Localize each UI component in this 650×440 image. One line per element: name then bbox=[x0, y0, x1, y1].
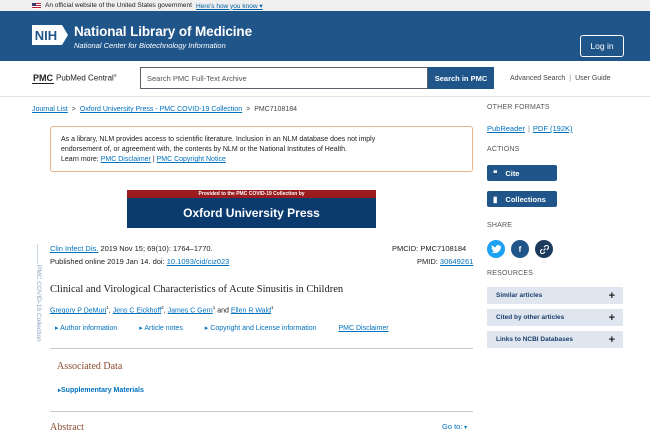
site-subtitle: National Center for Biotechnology Inform… bbox=[74, 41, 226, 50]
plus-icon: + bbox=[608, 333, 615, 346]
pmc-disclaimer-link[interactable]: PMC Disclaimer bbox=[338, 325, 388, 332]
article-title: Clinical and Virological Characteristics… bbox=[50, 284, 344, 295]
abstract-heading: Abstract bbox=[50, 422, 84, 433]
supplementary-materials-link[interactable]: Supplementary Materials bbox=[58, 387, 144, 394]
copyright-license-link[interactable]: ▸ Copyright and License information bbox=[205, 325, 327, 332]
format-links: PubReader | PDF (192K) bbox=[487, 124, 573, 133]
notice-disclaimer-link[interactable]: PMC Disclaimer bbox=[101, 156, 151, 163]
heres-how-you-know-link[interactable]: Here's how you know bbox=[196, 2, 263, 10]
author-list: Gregory P DeMuri1, Jens C Eickhoff2, Jam… bbox=[50, 305, 274, 315]
notice-line-1: As a library, NLM provides access to sci… bbox=[61, 136, 376, 143]
side-divider bbox=[37, 244, 38, 264]
author-link[interactable]: James C Gern bbox=[168, 307, 213, 314]
gov-banner-text: An official website of the United States… bbox=[45, 2, 192, 9]
publisher-banner-main: Oxford University Press bbox=[183, 206, 320, 220]
gov-banner: An official website of the United States… bbox=[0, 0, 650, 11]
pmc-logo-name: PubMed Central® bbox=[56, 73, 117, 83]
plus-icon: + bbox=[608, 289, 615, 302]
login-button[interactable]: Log in bbox=[580, 35, 624, 57]
resources-heading: RESOURCES bbox=[487, 270, 534, 277]
pdf-link[interactable]: PDF (192K) bbox=[533, 124, 573, 133]
site-title[interactable]: National Library of Medicine bbox=[74, 24, 252, 39]
share-icons: f bbox=[487, 240, 553, 258]
section-divider bbox=[50, 411, 473, 412]
bookmark-icon: ▮ bbox=[493, 194, 498, 204]
other-formats-heading: OTHER FORMATS bbox=[487, 104, 550, 111]
breadcrumb-current: PMC7108184 bbox=[254, 106, 298, 113]
associated-data-heading: Associated Data bbox=[57, 361, 123, 372]
author-information-link[interactable]: ▸ Author information bbox=[55, 325, 127, 332]
goto-dropdown[interactable]: Go to: bbox=[442, 422, 467, 431]
breadcrumb-journal-list[interactable]: Journal List bbox=[32, 106, 68, 113]
user-guide-link[interactable]: User Guide bbox=[575, 75, 610, 82]
author-link[interactable]: Jens C Eickhoff bbox=[113, 307, 162, 314]
search-button[interactable]: Search in PMC bbox=[428, 67, 494, 89]
link-icon[interactable] bbox=[535, 240, 553, 258]
cited-by-toggle[interactable]: Cited by other articles + bbox=[487, 309, 623, 326]
pmc-search-bar: PMC PubMed Central® Search in PMC Advanc… bbox=[0, 61, 650, 97]
author-link[interactable]: Gregory P DeMuri bbox=[50, 307, 106, 314]
nlm-notice: As a library, NLM provides access to sci… bbox=[50, 126, 473, 172]
article-notes-link[interactable]: ▸ Article notes bbox=[139, 325, 193, 332]
twitter-icon[interactable] bbox=[487, 240, 505, 258]
notice-line-3: Learn more: PMC Disclaimer | PMC Copyrig… bbox=[61, 156, 226, 163]
collections-button[interactable]: ▮ Collections bbox=[487, 191, 557, 207]
similar-articles-toggle[interactable]: Similar articles + bbox=[487, 287, 623, 304]
notice-line-2: endorsement of, or agreement with, the c… bbox=[61, 146, 347, 153]
pmc-logo-mark: PMC bbox=[32, 72, 54, 84]
plus-icon: + bbox=[608, 311, 615, 324]
ncbi-links-toggle[interactable]: Links to NCBI Databases + bbox=[487, 331, 623, 348]
section-divider bbox=[50, 348, 473, 349]
nih-logo-text: NIH bbox=[35, 28, 57, 43]
journal-link[interactable]: Clin Infect Dis. bbox=[50, 244, 98, 253]
pubreader-link[interactable]: PubReader bbox=[487, 124, 525, 133]
us-flag-icon bbox=[32, 2, 41, 9]
breadcrumb: Journal List > Oxford University Press - P… bbox=[32, 106, 298, 113]
author-link[interactable]: Ellen R Wald bbox=[231, 307, 271, 314]
facebook-icon[interactable]: f bbox=[511, 240, 529, 258]
publisher-banner[interactable]: Provided to the PMC COVID-19 Collection … bbox=[127, 190, 376, 228]
notice-copyright-link[interactable]: PMC Copyright Notice bbox=[157, 156, 226, 163]
cite-button[interactable]: ❝ Cite bbox=[487, 165, 557, 181]
publisher-banner-top: Provided to the PMC COVID-19 Collection … bbox=[127, 190, 376, 198]
pmid: PMID: 30649261 bbox=[417, 257, 474, 266]
doi-link[interactable]: 10.1093/cid/ciz023 bbox=[167, 257, 230, 266]
collection-side-label: PMC COVID-19 Collection bbox=[35, 265, 42, 342]
nih-logo[interactable]: NIH bbox=[32, 25, 68, 45]
quote-icon: ❝ bbox=[493, 168, 498, 178]
share-heading: SHARE bbox=[487, 222, 513, 229]
published-line: Published online 2019 Jan 14. doi: 10.10… bbox=[50, 257, 230, 266]
pmc-logo[interactable]: PMC PubMed Central® bbox=[32, 71, 117, 84]
pmcid: PMCID: PMC7108184 bbox=[392, 244, 467, 253]
search-links: Advanced Search | User Guide bbox=[510, 75, 611, 82]
nih-header: NIH National Library of Medicine Nationa… bbox=[0, 11, 650, 61]
search-input[interactable] bbox=[140, 67, 428, 89]
breadcrumb-collection[interactable]: Oxford University Press - PMC COVID-19 C… bbox=[80, 106, 242, 113]
citation-line: Clin Infect Dis. 2019 Nov 15; 69(10): 17… bbox=[50, 244, 213, 253]
pmid-link[interactable]: 30649261 bbox=[440, 257, 473, 266]
article-info-links: ▸ Author information ▸ Article notes ▸ C… bbox=[55, 324, 399, 332]
advanced-search-link[interactable]: Advanced Search bbox=[510, 75, 565, 82]
actions-heading: ACTIONS bbox=[487, 146, 520, 153]
